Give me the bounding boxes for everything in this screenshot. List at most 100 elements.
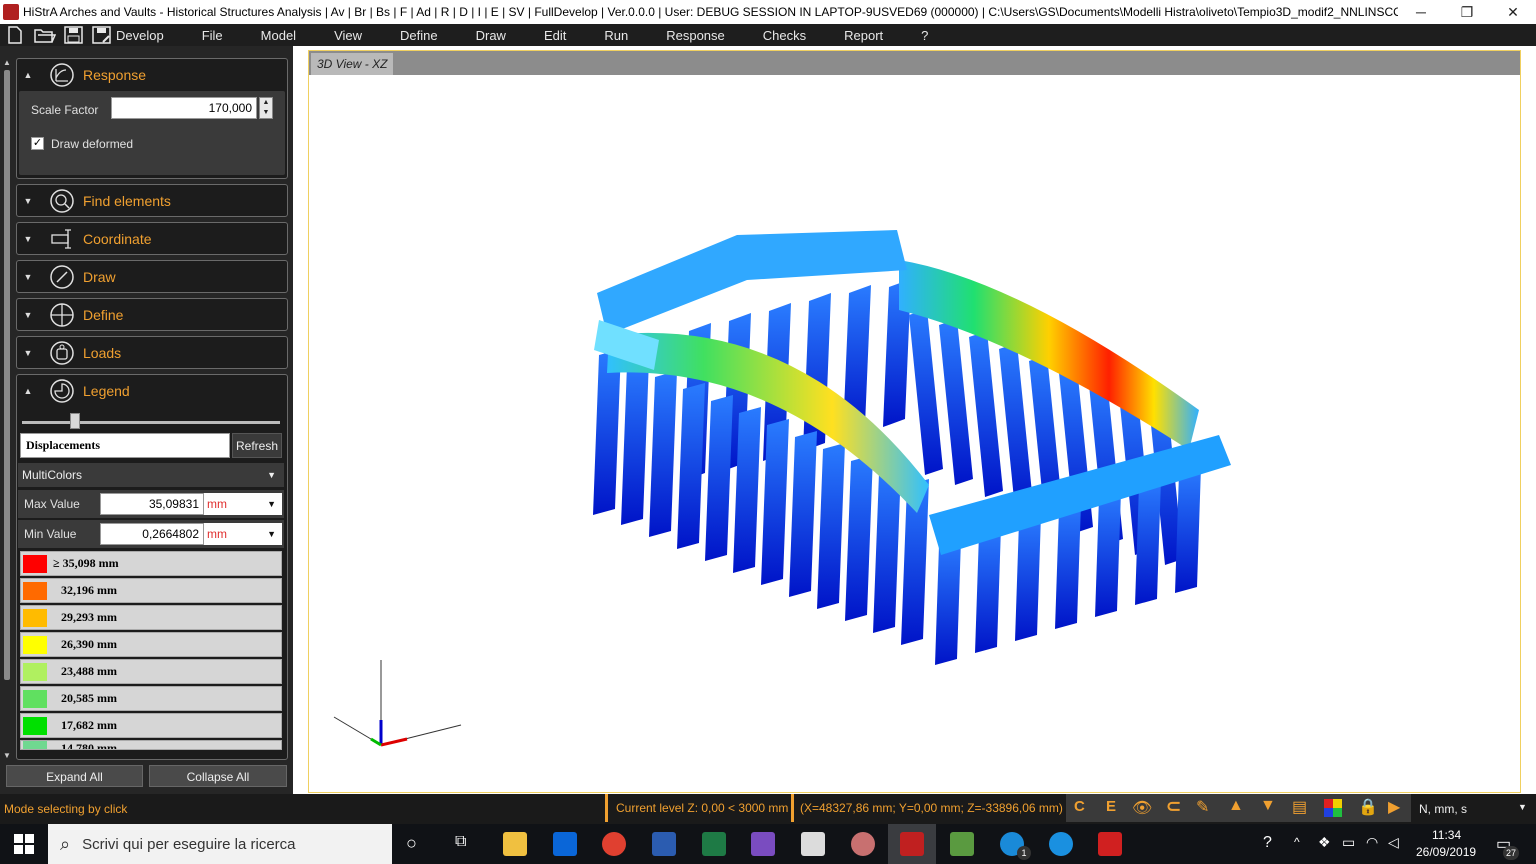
3d-viewport[interactable]: 3D View - XZ [308, 50, 1521, 793]
expand-caret-icon[interactable]: ▼ [17, 348, 39, 358]
eye-icon[interactable]: 👁 [1132, 798, 1152, 818]
help-icon[interactable]: ? [1263, 834, 1272, 852]
histra-app-icon[interactable] [900, 832, 924, 856]
pen-icon[interactable]: ✎ [1196, 797, 1209, 817]
palette-dropdown[interactable]: MultiColors ▼ [18, 463, 284, 487]
word-icon[interactable] [652, 832, 676, 856]
windows-start-icon[interactable] [14, 834, 34, 854]
volume-icon[interactable]: ◁ [1388, 834, 1399, 851]
excel-icon[interactable] [702, 832, 726, 856]
acrobat-icon[interactable] [1098, 832, 1122, 856]
file-explorer-icon[interactable] [503, 832, 527, 856]
menu-run[interactable]: Run [585, 28, 647, 43]
color-map-icon[interactable] [1324, 799, 1342, 817]
legend-row: 20,585 mm [20, 686, 282, 711]
dropdown-arrow-icon[interactable]: ▼ [267, 523, 276, 545]
legend-section-header[interactable]: ▲ Legend [17, 375, 287, 407]
deformed-model-render[interactable] [309, 75, 1520, 792]
toggle-e-button[interactable]: E [1106, 798, 1116, 815]
menu-help[interactable]: ? [902, 28, 947, 43]
toggle-c-button[interactable]: C [1074, 798, 1085, 815]
chrome-icon[interactable] [602, 832, 626, 856]
menu-response[interactable]: Response [647, 28, 744, 43]
refresh-button[interactable]: Refresh [232, 433, 282, 458]
calculator-icon[interactable] [801, 832, 825, 856]
scale-factor-input[interactable]: 170,000 [111, 97, 257, 119]
menu-model[interactable]: Model [242, 28, 315, 43]
min-unit-select[interactable]: mm ▼ [204, 523, 282, 545]
dropbox-icon[interactable] [553, 832, 577, 856]
result-type-field[interactable]: Displacements [20, 433, 230, 458]
collapse-caret-icon[interactable]: ▲ [17, 386, 39, 396]
max-value-input[interactable]: 35,09831 [100, 493, 204, 515]
scrollbar-thumb[interactable] [4, 70, 10, 680]
tray-chevron-icon[interactable]: ^ [1294, 835, 1300, 849]
expand-caret-icon[interactable]: ▼ [17, 234, 39, 244]
min-value-label: Min Value [24, 527, 77, 541]
clock-date[interactable]: 26/09/2019 [1416, 845, 1476, 859]
teamviewer-icon[interactable] [1049, 832, 1073, 856]
minimize-button[interactable]: ─ [1398, 4, 1444, 20]
save-as-icon[interactable] [92, 26, 112, 44]
side-panel-scrollbar[interactable]: ▲ ▼ [0, 56, 14, 762]
scroll-up-icon[interactable]: ▲ [3, 58, 11, 67]
find-elements-section[interactable]: ▼ Find elements [16, 184, 288, 217]
legend-section-title: Legend [83, 383, 130, 399]
scale-factor-stepper[interactable]: ▲ ▼ [259, 97, 273, 119]
draw-section[interactable]: ▼ Draw [16, 260, 288, 293]
collapse-caret-icon[interactable]: ▲ [17, 70, 39, 80]
max-unit-select[interactable]: mm ▼ [204, 493, 282, 515]
min-value-input[interactable]: 0,2664802 [100, 523, 204, 545]
cortana-icon[interactable]: ○ [406, 833, 417, 854]
new-file-icon[interactable] [6, 26, 24, 44]
magnet-icon[interactable]: ⊂ [1166, 796, 1181, 817]
legend-opacity-slider-thumb[interactable] [70, 413, 80, 429]
close-button[interactable]: ✕ [1490, 4, 1536, 21]
dropdown-arrow-icon[interactable]: ▼ [267, 493, 276, 515]
restore-button[interactable]: ❐ [1444, 4, 1490, 21]
visual-studio-icon[interactable] [751, 832, 775, 856]
collapse-all-button[interactable]: Collapse All [149, 765, 287, 787]
paint-icon[interactable] [851, 832, 875, 856]
tab-3d-view-xz[interactable]: 3D View - XZ [311, 53, 394, 75]
wifi-icon[interactable]: ◠ [1366, 834, 1378, 851]
lock-icon[interactable]: 🔒 [1358, 797, 1378, 817]
menu-draw[interactable]: Draw [457, 28, 525, 43]
scroll-down-icon[interactable]: ▼ [3, 751, 11, 760]
menu-report[interactable]: Report [825, 28, 902, 43]
arrow-up-triangle-icon[interactable]: ▲ [1228, 797, 1244, 815]
crosshair-icon [50, 303, 74, 327]
response-section-header[interactable]: ▲ Response [17, 59, 287, 91]
menu-edit[interactable]: Edit [525, 28, 585, 43]
units-label: N, mm, s [1419, 802, 1467, 816]
menu-define[interactable]: Define [381, 28, 457, 43]
weight-icon [50, 341, 74, 365]
menu-checks[interactable]: Checks [744, 28, 825, 43]
task-view-icon[interactable]: ⧉ [455, 833, 466, 851]
define-section[interactable]: ▼ Define [16, 298, 288, 331]
image-viewer-icon[interactable] [950, 832, 974, 856]
draw-deformed-checkbox[interactable]: ✓ [31, 137, 44, 150]
menu-view[interactable]: View [315, 28, 381, 43]
taskbar-search-box[interactable]: ⌕ Scrivi qui per eseguire la ricerca [48, 824, 392, 864]
save-icon[interactable] [64, 26, 84, 44]
battery-icon[interactable]: ▭ [1342, 834, 1355, 851]
dropbox-tray-icon[interactable]: ❖ [1318, 834, 1331, 851]
expand-caret-icon[interactable]: ▼ [17, 310, 39, 320]
clock-time[interactable]: 11:34 [1432, 828, 1461, 842]
expand-caret-icon[interactable]: ▼ [17, 196, 39, 206]
coordinate-section[interactable]: ▼ Coordinate [16, 222, 288, 255]
loads-section[interactable]: ▼ Loads [16, 336, 288, 369]
menu-develop[interactable]: Develop [112, 28, 183, 43]
dropdown-arrow-icon[interactable]: ▼ [267, 463, 276, 487]
layer-list-icon[interactable]: ▤ [1292, 797, 1307, 817]
open-folder-icon[interactable] [34, 26, 56, 44]
play-icon[interactable]: ▶ [1388, 797, 1400, 817]
expand-all-button[interactable]: Expand All [6, 765, 143, 787]
arrow-down-triangle-icon[interactable]: ▼ [1260, 797, 1276, 815]
menu-file[interactable]: File [183, 28, 242, 43]
legend-opacity-slider-track[interactable] [22, 421, 280, 424]
legend-swatch [23, 716, 47, 735]
units-dropdown-icon[interactable]: ▼ [1518, 802, 1527, 812]
expand-caret-icon[interactable]: ▼ [17, 272, 39, 282]
